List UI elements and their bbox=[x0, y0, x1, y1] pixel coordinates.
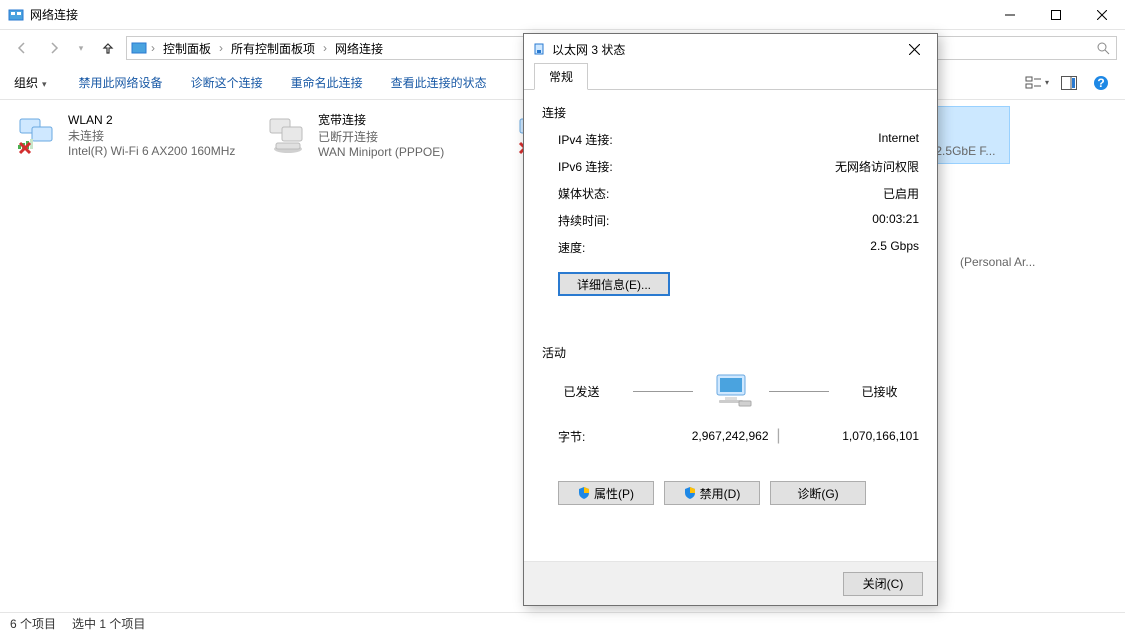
search-box[interactable] bbox=[917, 36, 1117, 60]
status-dialog: 以太网 3 状态 常规 连接 IPv4 连接: Internet IPv6 连接:… bbox=[523, 33, 938, 606]
adapter-item[interactable]: 宽带连接 已断开连接 WAN Miniport (PPPOE) bbox=[260, 106, 510, 164]
svg-text:?: ? bbox=[1097, 76, 1104, 90]
window-controls bbox=[987, 0, 1125, 30]
adapter-item[interactable]: WLAN 2 未连接 Intel(R) Wi-Fi 6 AX200 160MHz bbox=[10, 106, 260, 164]
ipv6-value: 无网络访问权限 bbox=[835, 158, 919, 175]
adapter-status: 已断开连接 bbox=[318, 128, 444, 145]
recent-dropdown[interactable]: ▾ bbox=[72, 36, 90, 60]
window-titlebar: 网络连接 bbox=[0, 0, 1125, 30]
help-button[interactable]: ? bbox=[1087, 72, 1115, 94]
breadcrumb-item[interactable]: 控制面板 bbox=[159, 40, 215, 57]
disable-device-button[interactable]: 禁用此网络设备 bbox=[65, 74, 177, 91]
disable-label: 禁用(D) bbox=[700, 485, 741, 502]
forward-button[interactable] bbox=[40, 36, 68, 60]
organize-label: 组织 bbox=[14, 74, 38, 91]
adapter-icon bbox=[266, 113, 310, 157]
recv-label: 已接收 bbox=[845, 383, 915, 400]
view-options-button[interactable]: ▾ bbox=[1023, 72, 1051, 94]
adapter-status: 未连接 bbox=[68, 127, 235, 144]
divider bbox=[633, 391, 693, 392]
group-connection: 连接 bbox=[542, 104, 919, 121]
divider bbox=[769, 391, 829, 392]
obscured-item: (Personal Ar... bbox=[960, 255, 1035, 269]
chevron-right-icon: › bbox=[149, 41, 157, 55]
bytes-sent: 2,967,242,962 bbox=[638, 429, 769, 443]
bytes-recv: 1,070,166,101 bbox=[789, 429, 920, 443]
speed-value: 2.5 Gbps bbox=[870, 239, 919, 256]
diagnose-label: 诊断(G) bbox=[797, 485, 838, 502]
properties-button[interactable]: 属性(P) bbox=[558, 481, 654, 505]
status-bar: 6 个项目 选中 1 个项目 bbox=[0, 612, 1125, 634]
minimize-button[interactable] bbox=[987, 0, 1033, 30]
shield-icon bbox=[578, 487, 590, 499]
sent-label: 已发送 bbox=[547, 383, 617, 400]
details-button[interactable]: 详细信息(E)... bbox=[558, 272, 670, 296]
search-icon bbox=[1096, 41, 1110, 55]
dialog-titlebar: 以太网 3 状态 bbox=[524, 34, 937, 64]
chevron-down-icon bbox=[42, 76, 47, 90]
up-button[interactable] bbox=[94, 36, 122, 60]
close-button[interactable] bbox=[1079, 0, 1125, 30]
chevron-right-icon: › bbox=[217, 41, 225, 55]
rename-button[interactable]: 重命名此连接 bbox=[277, 74, 377, 91]
preview-pane-button[interactable] bbox=[1055, 72, 1083, 94]
divider: | bbox=[769, 427, 789, 445]
breadcrumb-item[interactable]: 网络连接 bbox=[331, 40, 387, 57]
shield-icon bbox=[684, 487, 696, 499]
view-status-button[interactable]: 查看此连接的状态 bbox=[377, 74, 501, 91]
adapter-icon bbox=[16, 113, 60, 157]
speed-label: 速度: bbox=[558, 239, 585, 256]
status-count: 6 个项目 bbox=[10, 615, 56, 632]
dialog-close-button[interactable] bbox=[899, 34, 929, 64]
tab-general[interactable]: 常规 bbox=[534, 63, 588, 90]
adapter-device: Intel(R) Wi-Fi 6 AX200 160MHz bbox=[68, 144, 235, 158]
status-selected: 选中 1 个项目 bbox=[72, 615, 145, 632]
diagnose-button[interactable]: 诊断(G) bbox=[770, 481, 866, 505]
group-activity: 活动 bbox=[542, 344, 919, 361]
media-label: 媒体状态: bbox=[558, 185, 609, 202]
ethernet-icon bbox=[532, 42, 546, 56]
chevron-right-icon: › bbox=[321, 41, 329, 55]
folder-icon bbox=[131, 40, 147, 56]
dialog-body: 连接 IPv4 连接: Internet IPv6 连接: 无网络访问权限 媒体状态… bbox=[524, 90, 937, 561]
adapter-device: WAN Miniport (PPPOE) bbox=[318, 145, 444, 159]
bytes-label: 字节: bbox=[558, 428, 638, 445]
adapter-name: WLAN 2 bbox=[68, 113, 235, 127]
close-button[interactable]: 关闭(C) bbox=[843, 572, 923, 596]
adapter-name: 宽带连接 bbox=[318, 111, 444, 128]
dialog-footer: 关闭(C) bbox=[524, 561, 937, 605]
ipv4-label: IPv4 连接: bbox=[558, 131, 613, 148]
ipv6-label: IPv6 连接: bbox=[558, 158, 613, 175]
dialog-tabs: 常规 bbox=[524, 64, 937, 90]
diagnose-button[interactable]: 诊断这个连接 bbox=[177, 74, 277, 91]
disable-button[interactable]: 禁用(D) bbox=[664, 481, 760, 505]
computer-icon bbox=[709, 373, 753, 409]
breadcrumb-item[interactable]: 所有控制面板项 bbox=[227, 40, 319, 57]
dialog-title: 以太网 3 状态 bbox=[552, 41, 899, 58]
organize-menu[interactable]: 组织 bbox=[10, 74, 65, 91]
back-button[interactable] bbox=[8, 36, 36, 60]
media-value: 已启用 bbox=[883, 185, 919, 202]
maximize-button[interactable] bbox=[1033, 0, 1079, 30]
ipv4-value: Internet bbox=[878, 131, 919, 148]
app-icon bbox=[8, 7, 24, 23]
duration-label: 持续时间: bbox=[558, 212, 609, 229]
window-title: 网络连接 bbox=[30, 6, 987, 23]
properties-label: 属性(P) bbox=[594, 485, 634, 502]
duration-value: 00:03:21 bbox=[872, 212, 919, 229]
